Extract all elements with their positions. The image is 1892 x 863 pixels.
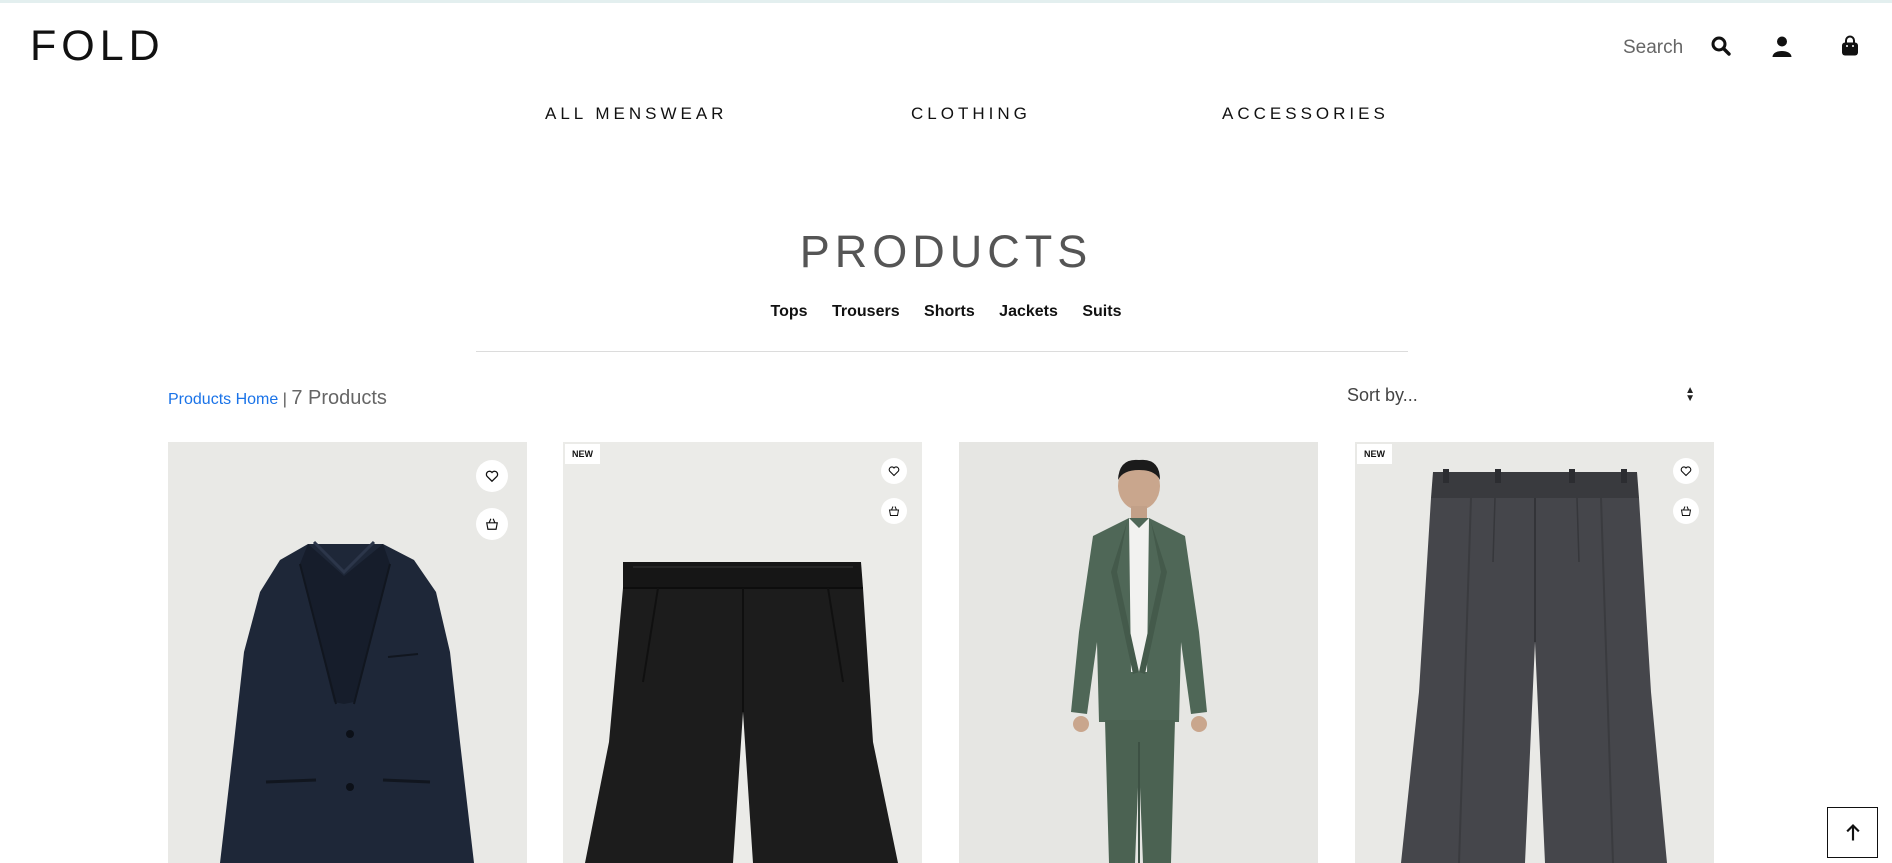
search-label[interactable]: Search [1623, 37, 1683, 59]
add-to-cart-button[interactable] [476, 508, 508, 540]
breadcrumb-separator: | [278, 391, 292, 408]
add-to-cart-button[interactable] [881, 498, 907, 524]
breadcrumb-home-link[interactable]: Products Home [168, 391, 278, 408]
new-badge: NEW [1357, 444, 1392, 464]
subcategory-suits[interactable]: Suits [1082, 303, 1121, 320]
subcategory-shorts[interactable]: Shorts [924, 303, 975, 320]
product-image[interactable] [168, 442, 527, 863]
basket-icon [486, 518, 498, 530]
product-card[interactable] [168, 442, 527, 863]
subcategory-tops[interactable]: Tops [771, 303, 808, 320]
product-image[interactable] [959, 442, 1318, 863]
breadcrumb: Products Home | 7 Products [168, 387, 387, 410]
new-badge: NEW [565, 444, 600, 464]
heart-icon [485, 470, 499, 483]
sort-arrows-icon: ▲ ▼ [1685, 385, 1695, 404]
sort-selected-value: Sort by... [1347, 385, 1418, 405]
wishlist-button[interactable] [881, 458, 907, 484]
page-title: PRODUCTS [799, 226, 1093, 277]
cart-icon[interactable] [1838, 34, 1862, 58]
wishlist-button[interactable] [476, 460, 508, 492]
nav-clothing[interactable]: CLOTHING [911, 104, 1031, 124]
subcategory-jackets[interactable]: Jackets [999, 303, 1058, 320]
add-to-cart-button[interactable] [1673, 498, 1699, 524]
sort-select[interactable]: Sort by... ▲ ▼ [1347, 385, 1703, 407]
subcategory-trousers[interactable]: Trousers [832, 303, 900, 320]
product-image[interactable] [563, 442, 922, 863]
main-nav: ALL MENSWEAR CLOTHING ACCESSORIES [0, 104, 1892, 126]
arrow-up-icon [1845, 823, 1860, 840]
heart-icon [1680, 466, 1692, 477]
product-count: 7 Products [291, 387, 387, 409]
nav-accessories[interactable]: ACCESSORIES [1222, 104, 1389, 124]
product-card[interactable] [959, 442, 1318, 863]
wishlist-button[interactable] [1673, 458, 1699, 484]
basket-icon [1680, 506, 1692, 516]
heart-icon [888, 466, 900, 477]
logo[interactable]: FOLD [30, 22, 165, 71]
account-icon[interactable] [1770, 34, 1794, 58]
divider [476, 351, 1408, 352]
top-accent-line [0, 0, 1892, 3]
search-icon[interactable] [1709, 34, 1733, 58]
subcategory-nav: Tops Trousers Shorts Jackets Suits [0, 303, 1892, 321]
basket-icon [888, 506, 900, 516]
nav-all-menswear[interactable]: ALL MENSWEAR [545, 104, 727, 124]
product-card[interactable]: NEW [1355, 442, 1714, 863]
product-image[interactable] [1355, 442, 1714, 863]
back-to-top-button[interactable] [1827, 807, 1878, 858]
product-card[interactable]: NEW [563, 442, 922, 863]
